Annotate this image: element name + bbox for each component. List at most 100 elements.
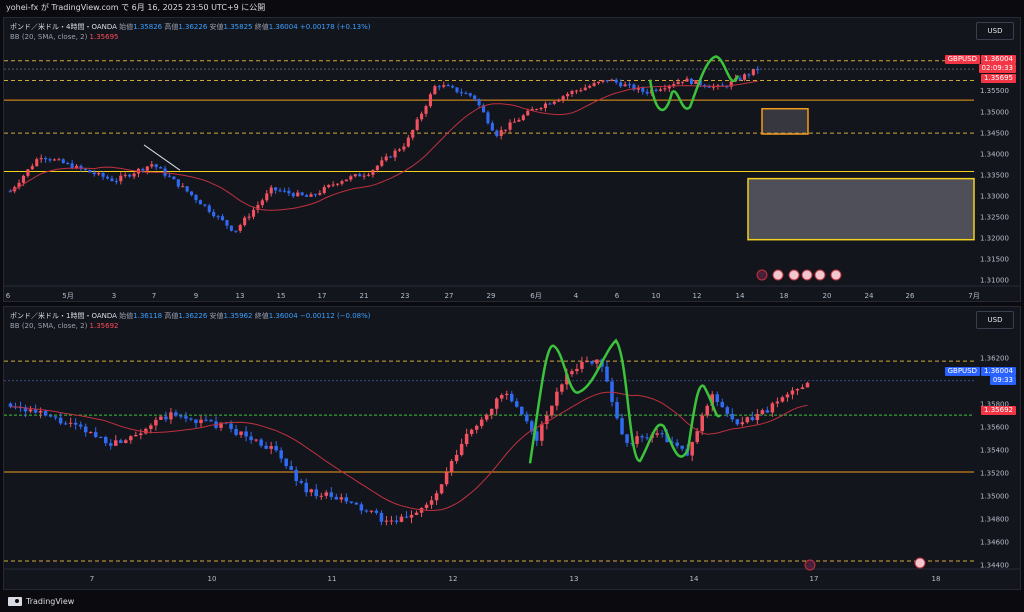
time-tick-label: 13 <box>570 575 579 583</box>
candle-body <box>229 423 233 430</box>
candle-body <box>123 174 127 176</box>
candle-body <box>590 361 594 364</box>
close-label: 終値 <box>254 23 269 31</box>
candle-body <box>21 175 26 183</box>
currency-button[interactable]: USD <box>976 311 1014 329</box>
price-tick-label: 1.32500 <box>980 214 1009 222</box>
event-icon <box>804 559 816 571</box>
candle-body <box>369 510 374 512</box>
chart-canvas-4h[interactable]: 1.35500 1.35000 1.34500 1.34000 1.33500 1.330… <box>4 18 1020 301</box>
candle-body <box>26 169 30 176</box>
candle-body <box>623 84 627 87</box>
candle-body <box>340 181 344 184</box>
candle-body <box>284 458 288 467</box>
price-tick-label: 1.35400 <box>980 447 1009 455</box>
candle-body <box>190 191 194 196</box>
tradingview-logo[interactable]: TradingView <box>8 597 74 606</box>
candle-body <box>645 437 649 439</box>
candle-body <box>358 174 362 177</box>
time-tick-label: 13 <box>236 292 245 300</box>
chart-pane-1h[interactable]: 1.36200 1.35800 1.35600 1.35400 1.35200 1.350… <box>3 306 1021 590</box>
candle-body <box>128 174 132 177</box>
candle-body <box>414 512 419 515</box>
time-tick-label: 6 <box>6 292 11 300</box>
candle-body <box>550 405 554 416</box>
candle-body <box>35 159 39 167</box>
candle-body <box>495 130 499 137</box>
candle-body <box>720 401 725 408</box>
candle-body <box>641 87 645 92</box>
high-value: 1.36226 <box>178 23 208 31</box>
price-tick-label: 1.36200 <box>980 355 1009 363</box>
yellow-zone-box <box>747 177 975 241</box>
symbol-tag: GBPUSD <box>944 367 980 376</box>
candle-body <box>269 187 273 194</box>
candle-body <box>404 516 409 518</box>
candle-body <box>251 209 256 217</box>
candle-body <box>740 422 745 425</box>
candle-body <box>473 95 477 100</box>
candle-body <box>199 419 203 424</box>
candle-body <box>244 431 248 437</box>
event-icon <box>801 269 813 281</box>
candle-body <box>449 461 454 473</box>
candle-body <box>220 216 225 221</box>
price-tick-label: 1.34500 <box>980 129 1009 137</box>
candle-body <box>97 172 101 175</box>
candle-body <box>150 164 154 167</box>
currency-button[interactable]: USD <box>976 22 1014 40</box>
candle-body <box>179 415 183 417</box>
candle-body <box>715 394 720 402</box>
candle-body <box>194 419 198 424</box>
chart-canvas-1h[interactable]: 1.362001.358001.356001.354001.352001.350… <box>4 307 1020 589</box>
bb-legend-1h[interactable]: BB (20, SMA, close, 2) 1.35692 <box>10 322 119 330</box>
green-wave-drawing <box>648 55 740 112</box>
open-label: 始値 <box>119 23 134 31</box>
time-tick-label: 4 <box>574 292 579 300</box>
candle-body <box>167 175 172 177</box>
candle-body <box>154 419 158 426</box>
candle-body <box>259 439 263 446</box>
candle-body <box>309 489 314 493</box>
candle-body <box>163 168 167 176</box>
candle-body <box>98 436 103 438</box>
candle-body <box>464 93 468 95</box>
candle-body <box>33 409 38 413</box>
bb-legend-4h[interactable]: BB (20, SMA, close, 2) 1.35695 <box>10 33 119 41</box>
candle-body <box>605 366 609 382</box>
time-tick-label: 12 <box>693 292 702 300</box>
price-tick-label: 1.34000 <box>980 150 1009 158</box>
chart-pane-4h[interactable]: 1.35500 1.35000 1.34500 1.34000 1.33500 1.330… <box>3 17 1021 302</box>
time-tick-label: 7 <box>90 575 94 583</box>
candle-body <box>176 179 180 187</box>
price-tick-label: 1.33500 <box>980 171 1009 179</box>
candle-body <box>459 444 464 455</box>
candle-body <box>103 437 108 444</box>
candle-body <box>247 216 251 218</box>
candle-body <box>655 433 659 435</box>
publish-header: yohei-fx が TradingView.com で 6月 16, 2025… <box>0 0 1024 16</box>
candle-body <box>539 108 543 110</box>
candle-body <box>39 158 43 160</box>
candle-body <box>680 445 684 449</box>
candle-body <box>420 113 424 120</box>
candle-body <box>561 96 565 100</box>
time-tick-label: 26 <box>906 292 915 300</box>
candle-body <box>305 195 309 197</box>
price-tick-label: 1.33000 <box>980 192 1009 200</box>
candle-body <box>596 81 601 84</box>
candle-body <box>249 436 253 441</box>
candle-body <box>254 439 258 441</box>
candle-body <box>474 425 479 430</box>
candle-body <box>675 442 679 446</box>
bb-price-tag: 1.35692 <box>981 406 1016 415</box>
candle-body <box>654 89 658 91</box>
candle-body <box>209 420 213 422</box>
candle-body <box>525 414 529 422</box>
candle-body <box>526 110 530 116</box>
candle-body <box>322 187 326 193</box>
candle-body <box>265 193 269 201</box>
candle-body <box>750 417 755 421</box>
candle-body <box>517 119 521 122</box>
candle-body <box>535 109 539 111</box>
